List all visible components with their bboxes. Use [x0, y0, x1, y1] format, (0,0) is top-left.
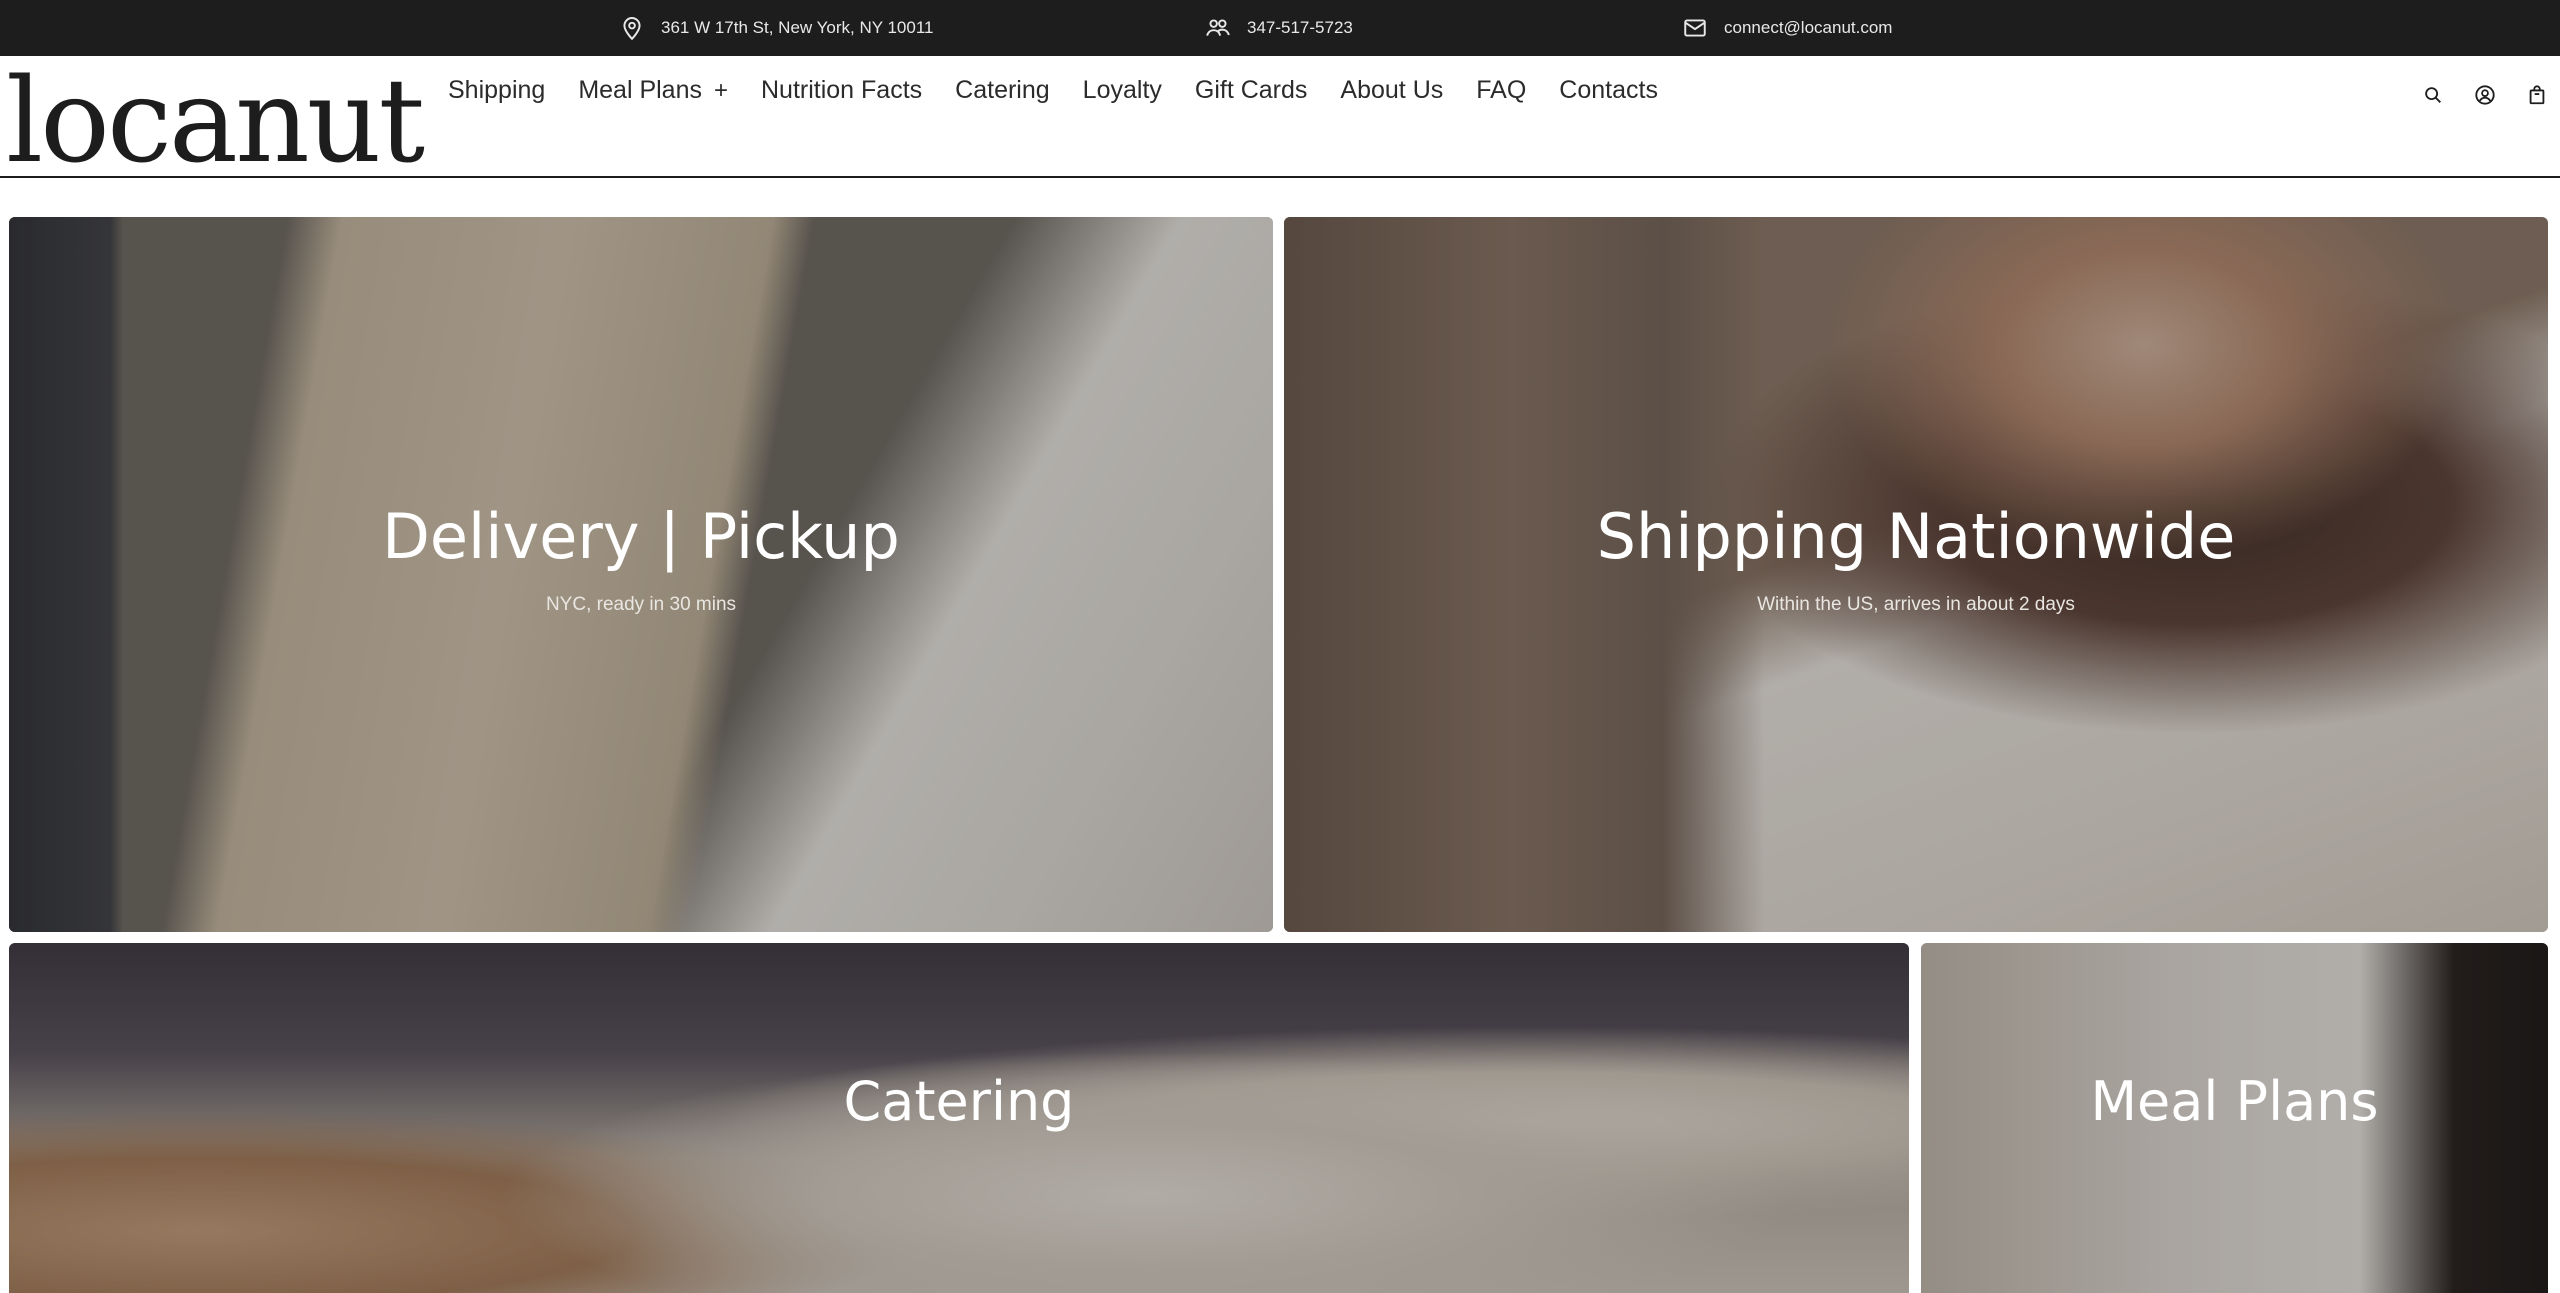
tile-overlay — [1284, 217, 2548, 932]
phone-text: 347-517-5723 — [1247, 18, 1353, 37]
nav-item-loyalty[interactable]: Loyalty — [1083, 76, 1162, 105]
nav-item-meal-plans[interactable]: Meal Plans + — [578, 76, 728, 105]
nav-item-faq[interactable]: FAQ — [1476, 76, 1526, 105]
mail-icon — [1684, 19, 1706, 37]
delivery-tile-title: Delivery | Pickup — [382, 500, 900, 573]
address-info[interactable]: 361 W 17th St, New York, NY 10011 — [619, 0, 933, 56]
search-icon[interactable] — [2422, 84, 2444, 106]
nav-item-shipping[interactable]: Shipping — [448, 76, 545, 105]
nav-item-label: Shipping — [448, 76, 546, 104]
nav-item-label: About Us — [1340, 76, 1444, 104]
email-info[interactable]: connect@locanut.com — [1682, 0, 1892, 56]
nav-item-catering[interactable]: Catering — [955, 76, 1050, 105]
phone-info[interactable]: 347-517-5723 — [1205, 0, 1353, 56]
nav-item-gift-cards[interactable]: Gift Cards — [1195, 76, 1308, 105]
nav-item-nutrition-facts[interactable]: Nutrition Facts — [761, 76, 922, 105]
logo[interactable]: locanut — [6, 64, 425, 180]
catering-tile-title: Catering — [843, 1070, 1075, 1133]
site-header: locanut Shipping Meal Plans + Nutrition F… — [0, 56, 2560, 180]
delivery-pickup-tile[interactable] — [9, 217, 1273, 932]
shipping-nationwide-tile[interactable] — [1284, 217, 2548, 932]
nav-item-contacts[interactable]: Contacts — [1559, 76, 1658, 105]
email-text: connect@locanut.com — [1724, 18, 1893, 37]
location-pin-icon — [623, 17, 641, 41]
shipping-tile-title: Shipping Nationwide — [1596, 500, 2236, 573]
tile-overlay — [9, 217, 1273, 932]
main-nav: Shipping Meal Plans + Nutrition Facts Cat… — [448, 76, 1658, 105]
cart-icon[interactable] — [2526, 84, 2548, 106]
header-icons — [2422, 84, 2548, 106]
shipping-tile-subtitle: Within the US, arrives in about 2 days — [1757, 594, 2075, 615]
nav-item-label: Loyalty — [1082, 76, 1162, 104]
nav-item-label: Meal Plans — [578, 76, 702, 104]
top-info-bar: 361 W 17th St, New York, NY 10011 347-51… — [0, 0, 2560, 56]
nav-item-about-us[interactable]: About Us — [1340, 76, 1443, 105]
address-text: 361 W 17th St, New York, NY 10011 — [661, 18, 934, 37]
delivery-tile-subtitle: NYC, ready in 30 mins — [545, 594, 737, 615]
meal-plans-tile-title: Meal Plans — [2090, 1070, 2379, 1133]
nav-item-label: Catering — [955, 76, 1050, 104]
plus-icon[interactable]: + — [714, 78, 728, 103]
nav-item-label: Nutrition Facts — [761, 76, 923, 104]
account-icon[interactable] — [2474, 84, 2496, 106]
nav-item-label: Gift Cards — [1194, 76, 1308, 104]
nav-item-label: Contacts — [1559, 76, 1658, 104]
nav-item-label: FAQ — [1476, 76, 1527, 104]
people-icon — [1206, 19, 1230, 36]
